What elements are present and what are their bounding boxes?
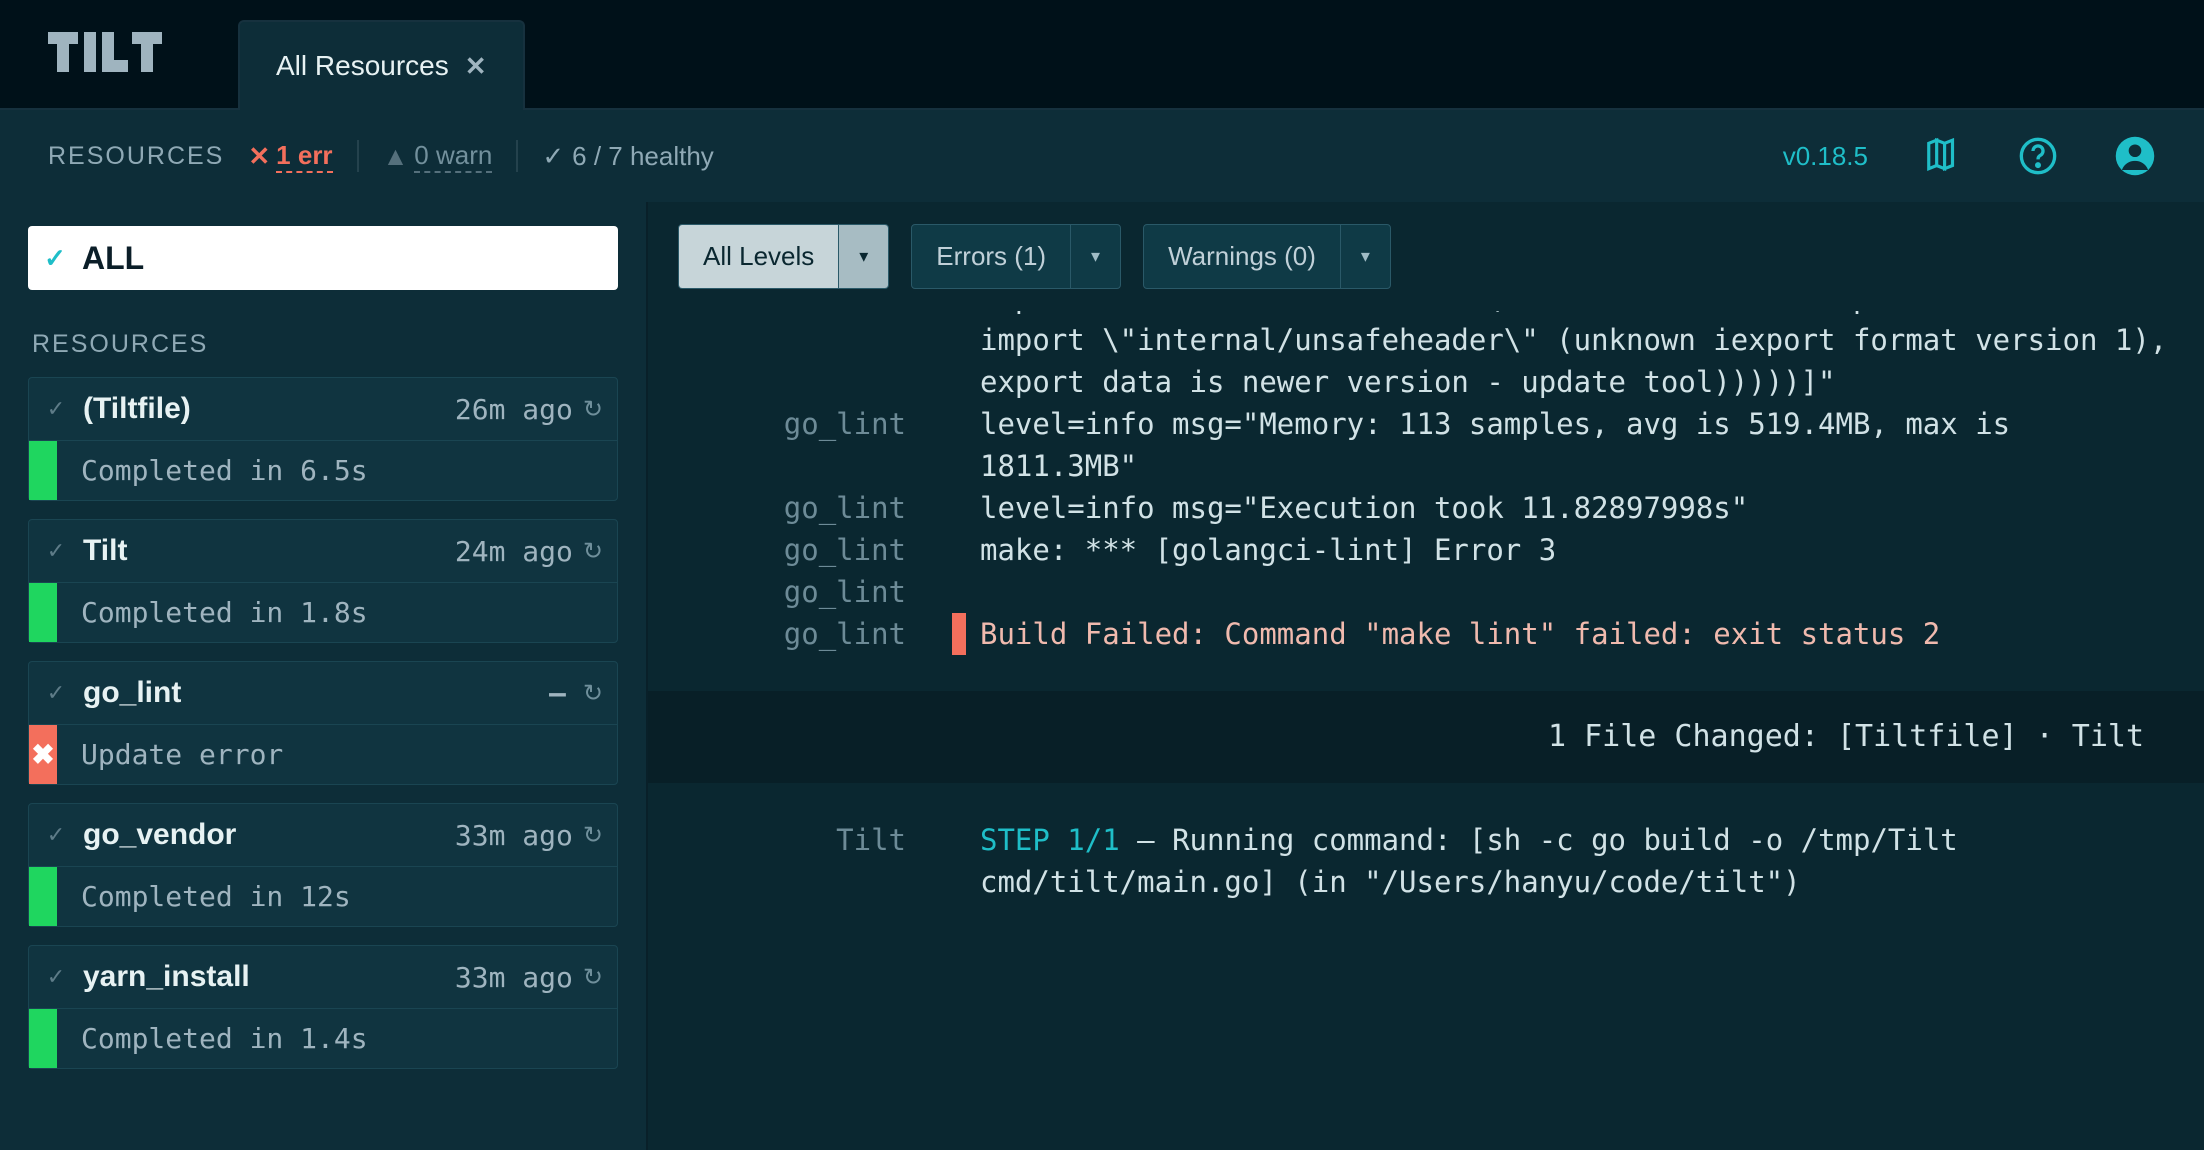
chevron-down-icon[interactable]: ▾ <box>1070 225 1120 288</box>
log-line: go_lint level=info msg="Execution took 1… <box>648 487 2204 529</box>
version-label[interactable]: v0.18.5 <box>1783 141 1868 172</box>
tab-all-resources[interactable]: All Resources ✕ <box>238 20 525 110</box>
step-label: STEP 1/1 <box>980 823 1120 857</box>
refresh-icon[interactable]: ↻ <box>583 679 603 708</box>
log-line: import internal/unsafeheader ( : could n… <box>648 311 2204 403</box>
error-gutter <box>952 613 966 655</box>
log-output[interactable]: import internal/unsafeheader ( : could n… <box>648 311 2204 1150</box>
chevron-down-icon[interactable]: ▾ <box>1340 225 1390 288</box>
log-line: go_lint level=info msg="Memory: 113 samp… <box>648 403 2204 487</box>
filter-bar: All Levels ▾ Errors (1) ▾ Warnings (0) ▾ <box>648 202 2204 311</box>
sidebar-item-all[interactable]: ✓ ALL <box>28 226 618 290</box>
sidebar-all-label: ALL <box>82 240 144 277</box>
check-icon: ✓ <box>29 538 83 564</box>
refresh-icon[interactable]: ↻ <box>583 963 603 992</box>
check-icon: ✓ <box>29 680 83 706</box>
summary-bar: RESOURCES ✕ 1 err ▲ 0 warn ✓ 6 / 7 healt… <box>0 110 2204 202</box>
status-indicator-error: ✖ <box>29 725 57 784</box>
resource-sidebar: ✓ ALL RESOURCES ✓ (Tiltfile) 26m ago ↻ C… <box>0 202 646 1150</box>
divider <box>516 140 518 172</box>
status-indicator <box>29 867 57 926</box>
sidebar-section-label: RESOURCES <box>32 330 618 359</box>
filter-all-levels[interactable]: All Levels ▾ <box>678 224 889 289</box>
sidebar-item-go-vendor[interactable]: ✓ go_vendor 33m ago ↻ Completed in 12s <box>28 803 618 927</box>
filter-errors[interactable]: Errors (1) ▾ <box>911 224 1121 289</box>
docs-icon[interactable] <box>1924 137 1962 175</box>
account-icon[interactable] <box>2114 135 2156 177</box>
sidebar-item-tiltfile[interactable]: ✓ (Tiltfile) 26m ago ↻ Completed in 6.5s <box>28 377 618 501</box>
check-icon: ✓ <box>29 964 83 990</box>
file-changed-banner: 1 File Changed: [Tiltfile] · Tilt <box>648 691 2204 783</box>
status-indicator <box>29 1009 57 1068</box>
status-indicator <box>29 583 57 642</box>
log-line: Tilt STEP 1/1 — Running command: [sh -c … <box>648 819 2204 903</box>
divider <box>357 140 359 172</box>
close-icon[interactable]: ✕ <box>465 51 487 82</box>
check-icon: ✓ <box>29 396 83 422</box>
check-icon: ✓ <box>29 822 83 848</box>
resources-label: RESOURCES <box>48 142 224 171</box>
check-icon: ✓ <box>28 243 82 274</box>
refresh-icon[interactable]: ↻ <box>583 821 603 850</box>
title-bar: All Resources ✕ <box>0 0 2204 110</box>
sidebar-item-yarn-install[interactable]: ✓ yarn_install 33m ago ↻ Completed in 1.… <box>28 945 618 1069</box>
chevron-down-icon[interactable]: ▾ <box>838 225 888 288</box>
log-line-error: go_lint Build Failed: Command "make lint… <box>648 613 2204 655</box>
status-indicator <box>29 441 57 500</box>
refresh-icon[interactable]: ↻ <box>583 537 603 566</box>
log-line: go_lint <box>648 571 2204 613</box>
warnings-count[interactable]: ▲ 0 warn <box>383 140 493 173</box>
sidebar-item-tilt[interactable]: ✓ Tilt 24m ago ↻ Completed in 1.8s <box>28 519 618 643</box>
refresh-icon[interactable]: ↻ <box>583 395 603 424</box>
logo <box>48 32 238 108</box>
filter-warnings[interactable]: Warnings (0) ▾ <box>1143 224 1391 289</box>
errors-count[interactable]: ✕ 1 err <box>248 140 332 173</box>
log-pane: All Levels ▾ Errors (1) ▾ Warnings (0) ▾… <box>646 202 2204 1150</box>
help-icon[interactable] <box>2018 136 2058 176</box>
log-line: go_lint make: *** [golangci-lint] Error … <box>648 529 2204 571</box>
healthy-count: ✓ 6 / 7 healthy <box>542 141 713 172</box>
tab-label: All Resources <box>276 50 449 82</box>
tilt-logo-icon <box>48 32 168 74</box>
sidebar-item-go-lint[interactable]: ✓ go_lint – ↻ ✖ Update error <box>28 661 618 785</box>
